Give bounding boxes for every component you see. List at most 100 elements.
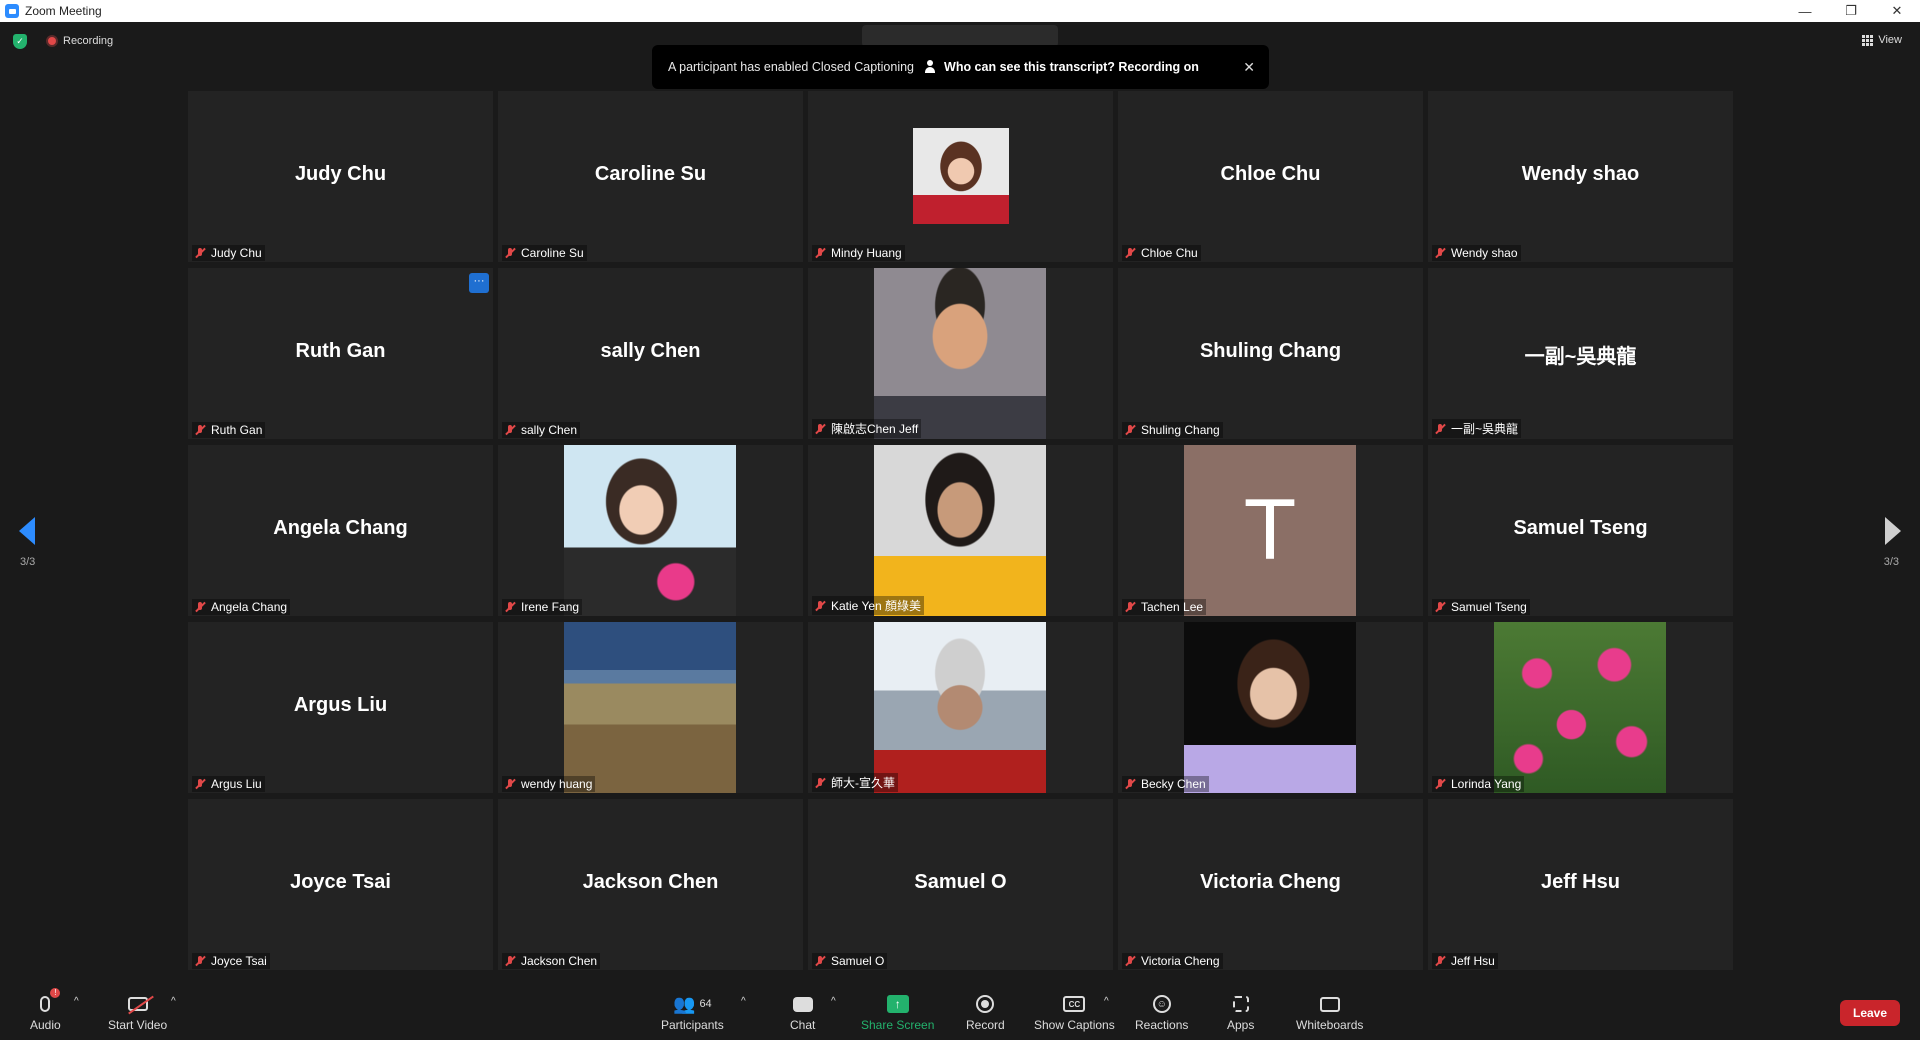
participant-tile[interactable]: Samuel Tseng Samuel Tseng: [1428, 445, 1733, 616]
show-captions-label: Show Captions: [1034, 1018, 1115, 1032]
participant-tile[interactable]: wendy huang: [498, 622, 803, 793]
view-button[interactable]: View: [1862, 34, 1902, 46]
participant-display-name: Jackson Chen: [582, 871, 719, 893]
participant-tile[interactable]: Chloe Chu Chloe Chu: [1118, 91, 1423, 262]
participant-display-name: Wendy shao: [1521, 163, 1640, 185]
share-screen-button[interactable]: ↑ Share Screen: [861, 992, 934, 1032]
chat-button[interactable]: Chat: [790, 992, 815, 1032]
participant-tile[interactable]: Victoria Cheng Victoria Cheng: [1118, 799, 1423, 970]
microphone-icon: [40, 996, 51, 1012]
restore-button[interactable]: ❐: [1828, 0, 1874, 22]
participant-label: wendy huang: [502, 776, 596, 792]
window-title: Zoom Meeting: [25, 4, 102, 18]
mic-muted-icon: [504, 601, 516, 613]
participant-tile[interactable]: Becky Chen: [1118, 622, 1423, 793]
participant-name: Tachen Lee: [1141, 600, 1204, 614]
participant-tile[interactable]: Argus Liu Argus Liu: [188, 622, 493, 793]
participant-label: Jeff Hsu: [1432, 953, 1498, 969]
participant-tile[interactable]: Mindy Huang: [808, 91, 1113, 262]
mic-muted-icon: [1124, 601, 1136, 613]
participant-tile[interactable]: Jackson Chen Jackson Chen: [498, 799, 803, 970]
page-indicator-left: 3/3: [20, 556, 36, 568]
participant-name: Katie Yen 顏綠美: [831, 599, 922, 613]
participant-name: Shuling Chang: [1141, 423, 1220, 437]
participant-tile[interactable]: Samuel O Samuel O: [808, 799, 1113, 970]
apps-button[interactable]: Apps: [1227, 992, 1254, 1032]
participant-label: Lorinda Yang: [1432, 776, 1525, 792]
participant-tile[interactable]: Katie Yen 顏綠美: [808, 445, 1113, 616]
participant-label: 師大-宣久華: [812, 773, 898, 792]
participant-profile-photo: [564, 622, 736, 793]
participant-tile[interactable]: 師大-宣久華: [808, 622, 1113, 793]
mic-muted-icon: [1434, 423, 1446, 435]
mic-muted-icon: [194, 955, 206, 967]
mic-muted-icon: [194, 601, 206, 613]
participant-label: Victoria Cheng: [1122, 953, 1223, 969]
transcript-info-link[interactable]: Who can see this transcript? Recording o…: [944, 60, 1199, 74]
captions-options-caret[interactable]: ^: [1104, 996, 1109, 1007]
security-shield-icon[interactable]: ✓: [13, 34, 27, 49]
reactions-label: Reactions: [1135, 1018, 1189, 1032]
recording-indicator[interactable]: Recording: [46, 35, 113, 47]
participants-options-caret[interactable]: ^: [741, 996, 746, 1007]
video-options-caret[interactable]: ^: [171, 996, 176, 1007]
participant-name: Becky Chen: [1141, 777, 1206, 791]
mic-muted-icon: [1124, 778, 1136, 790]
participant-tile[interactable]: Wendy shao Wendy shao: [1428, 91, 1733, 262]
start-video-button[interactable]: Start Video: [108, 992, 167, 1032]
record-label: Record: [966, 1018, 1005, 1032]
chat-options-caret[interactable]: ^: [831, 996, 836, 1007]
window-controls: — ❐ ✕: [1782, 0, 1920, 22]
mic-muted-icon: [1434, 247, 1446, 259]
participant-display-name: Shuling Chang: [1199, 340, 1342, 362]
participant-tile[interactable]: 一副~吳典龍 一副~吳典龍: [1428, 268, 1733, 439]
participant-name: Ruth Gan: [211, 423, 263, 437]
participant-profile-photo: [1494, 622, 1666, 793]
mic-muted-icon: [814, 423, 826, 435]
participant-tile[interactable]: Lorinda Yang: [1428, 622, 1733, 793]
show-captions-button[interactable]: CC Show Captions: [1034, 992, 1115, 1032]
participant-profile-photo: [1184, 622, 1356, 793]
chat-label: Chat: [790, 1018, 816, 1032]
participant-label: sally Chen: [502, 422, 581, 438]
audio-button[interactable]: ! Audio: [30, 988, 61, 1032]
more-options-button[interactable]: ···: [469, 273, 489, 293]
record-button[interactable]: Record: [966, 992, 1005, 1032]
record-icon: [976, 995, 995, 1013]
close-window-button[interactable]: ✕: [1874, 0, 1920, 22]
participant-name: 師大-宣久華: [831, 776, 895, 790]
participant-name: 陳啟志Chen Jeff: [831, 422, 919, 436]
whiteboards-button[interactable]: Whiteboards: [1296, 992, 1363, 1032]
participant-tile[interactable]: sally Chen sally Chen: [498, 268, 803, 439]
participant-tile[interactable]: Jeff Hsu Jeff Hsu: [1428, 799, 1733, 970]
participant-tile[interactable]: T Tachen Lee: [1118, 445, 1423, 616]
previous-page-arrow[interactable]: [19, 517, 35, 545]
participant-profile-photo: [564, 445, 736, 616]
participant-profile-photo: [874, 445, 1046, 616]
participant-label: Becky Chen: [1122, 776, 1209, 792]
participant-tile[interactable]: Judy Chu Judy Chu: [188, 91, 493, 262]
leave-meeting-button[interactable]: Leave: [1840, 1000, 1900, 1026]
participants-button[interactable]: 👥 64 Participants: [661, 992, 724, 1033]
participant-label: Samuel O: [812, 953, 888, 969]
participant-tile[interactable]: 陳啟志Chen Jeff: [808, 268, 1113, 439]
participant-profile-photo: [913, 128, 1009, 224]
participant-tile[interactable]: Joyce Tsai Joyce Tsai: [188, 799, 493, 970]
participant-label: Judy Chu: [192, 245, 265, 261]
mic-muted-icon: [1434, 601, 1446, 613]
share-screen-icon: ↑: [886, 995, 909, 1013]
participant-display-name: Samuel O: [914, 871, 1007, 893]
next-page-arrow[interactable]: [1885, 517, 1901, 545]
audio-label: Audio: [30, 1018, 61, 1032]
participant-display-name: Ruth Gan: [295, 340, 386, 362]
participant-tile[interactable]: Caroline Su Caroline Su: [498, 91, 803, 262]
participant-tile[interactable]: Irene Fang: [498, 445, 803, 616]
participant-label: Samuel Tseng: [1432, 599, 1530, 615]
audio-options-caret[interactable]: ^: [74, 996, 79, 1007]
participant-tile[interactable]: Angela Chang Angela Chang: [188, 445, 493, 616]
reactions-button[interactable]: ☺ Reactions: [1135, 992, 1188, 1032]
participant-tile[interactable]: Ruth Gan ··· Ruth Gan: [188, 268, 493, 439]
participant-tile[interactable]: Shuling Chang Shuling Chang: [1118, 268, 1423, 439]
notification-close-button[interactable]: ✕: [1243, 59, 1255, 76]
minimize-button[interactable]: —: [1782, 0, 1828, 22]
